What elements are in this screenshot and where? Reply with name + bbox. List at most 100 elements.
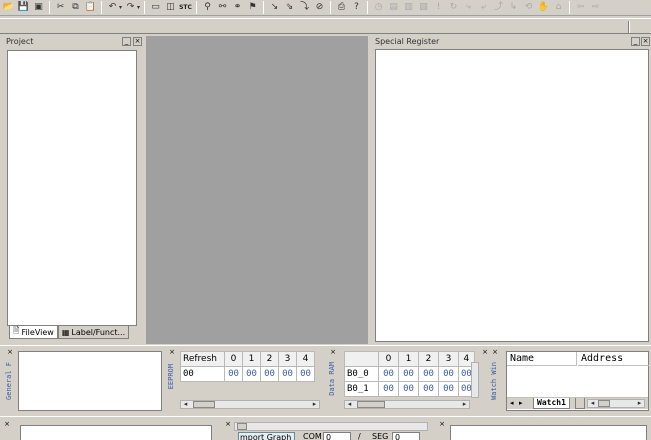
scroll-thumb[interactable] bbox=[357, 401, 385, 408]
close-icon[interactable]: × bbox=[133, 37, 142, 46]
rebuild-icon[interactable]: ⤵ bbox=[298, 1, 311, 14]
cut-icon[interactable]: ✂ bbox=[54, 1, 67, 14]
stc-icon[interactable]: STC bbox=[179, 4, 192, 11]
close-icon[interactable]: × bbox=[329, 349, 337, 357]
scroll-right-icon[interactable]: ▸ bbox=[310, 401, 319, 408]
copy-icon[interactable]: ⧉ bbox=[69, 1, 82, 14]
scroll-right-icon[interactable]: ▸ bbox=[635, 400, 644, 407]
watch-list[interactable]: Name Address ◂ ▸ Watch1 ◂ ▸ bbox=[506, 351, 649, 411]
close-icon[interactable]: × bbox=[168, 349, 176, 357]
window-icon[interactable]: ▭ bbox=[149, 1, 162, 14]
cell-value[interactable]: 00 bbox=[438, 366, 459, 382]
column-header-name[interactable]: Name bbox=[507, 352, 577, 366]
save-icon[interactable]: 💾 bbox=[17, 1, 30, 14]
paste-icon[interactable]: 📋 bbox=[84, 1, 97, 14]
data-ram-hscroll[interactable]: ◂ ▸ bbox=[344, 400, 470, 409]
save-all-icon[interactable]: ▣ bbox=[32, 1, 45, 14]
tab-scroll-right-icon[interactable]: ▸ bbox=[519, 399, 523, 407]
close-icon[interactable]: × bbox=[224, 421, 232, 429]
general-pane-label: General F bbox=[5, 362, 13, 400]
binoculars-icon[interactable]: ⚲ bbox=[201, 1, 214, 14]
register-icon[interactable]: ▥ bbox=[402, 1, 415, 14]
step-over-icon[interactable]: ⤶ bbox=[477, 1, 490, 14]
watch-hscroll[interactable]: ◂ ▸ bbox=[587, 399, 645, 408]
cell-value[interactable]: 00 bbox=[438, 381, 459, 397]
find-prev-icon[interactable]: ⚭ bbox=[231, 1, 244, 14]
close-icon[interactable]: × bbox=[3, 421, 11, 429]
scroll-thumb[interactable] bbox=[598, 400, 610, 407]
tab-watch1[interactable]: Watch1 bbox=[533, 398, 570, 409]
watch-pane-label: Watch Win bbox=[490, 362, 498, 400]
cell-value[interactable]: 00 bbox=[296, 366, 315, 382]
halt-icon[interactable]: ✋ bbox=[537, 1, 550, 14]
back-icon[interactable]: ⇦ bbox=[574, 1, 587, 14]
step-into-icon[interactable]: ⤷ bbox=[462, 1, 475, 14]
project-tree[interactable] bbox=[7, 50, 137, 326]
print-icon[interactable]: ⎙ bbox=[335, 1, 348, 14]
redo-icon[interactable]: ↷ bbox=[124, 1, 137, 14]
redo-dropdown-icon[interactable]: ▾ bbox=[137, 4, 140, 11]
undo-icon[interactable]: ↶ bbox=[106, 1, 119, 14]
close-icon[interactable]: × bbox=[6, 349, 14, 357]
help-icon[interactable]: ? bbox=[350, 1, 363, 14]
doc-icon[interactable]: ▧ bbox=[417, 1, 430, 14]
cell-value[interactable]: 00 bbox=[418, 381, 439, 397]
find-next-icon[interactable]: ⚯ bbox=[216, 1, 229, 14]
cell-value[interactable]: 00 bbox=[398, 366, 419, 382]
cell-value[interactable]: 00 bbox=[224, 366, 243, 382]
bottom-left-panel[interactable] bbox=[20, 425, 212, 440]
bottom-right-panel[interactable] bbox=[450, 425, 647, 440]
cell-value[interactable]: 00 bbox=[242, 366, 261, 382]
column-header-address[interactable]: Address bbox=[578, 352, 649, 366]
cell-value[interactable]: 00 bbox=[378, 381, 399, 397]
window-find-icon[interactable]: ◫ bbox=[164, 1, 177, 14]
close-icon[interactable]: × bbox=[438, 421, 446, 429]
eeprom-hscroll[interactable]: ◂ ▸ bbox=[180, 400, 320, 409]
toolbar-separator bbox=[49, 1, 50, 14]
breakpoint-icon[interactable]: ! bbox=[432, 1, 445, 14]
close-icon[interactable]: × bbox=[491, 349, 499, 357]
stop-build-icon[interactable]: ⊘ bbox=[313, 1, 326, 14]
step-out-icon[interactable]: ⤴ bbox=[492, 1, 505, 14]
refresh-button[interactable]: Refresh bbox=[180, 351, 225, 367]
scroll-thumb[interactable] bbox=[237, 423, 247, 430]
seg-input[interactable]: 0 bbox=[392, 432, 420, 440]
cell-value[interactable]: 00 bbox=[418, 366, 439, 382]
tab-fileview[interactable]: 🗎 FileView bbox=[9, 326, 58, 339]
run-to-cursor-icon[interactable]: ↳ bbox=[507, 1, 520, 14]
graph-scroll[interactable] bbox=[234, 422, 428, 431]
data-ram-vscroll[interactable] bbox=[471, 362, 479, 398]
scroll-thumb[interactable] bbox=[193, 401, 215, 408]
scroll-right-icon[interactable]: ▸ bbox=[460, 401, 469, 408]
cell-value[interactable]: 00 bbox=[378, 366, 399, 382]
open-icon[interactable]: 📂 bbox=[2, 1, 15, 14]
scroll-left-icon[interactable]: ◂ bbox=[345, 401, 354, 408]
scroll-left-icon[interactable]: ◂ bbox=[588, 400, 597, 407]
run-icon[interactable]: ↻ bbox=[447, 1, 460, 14]
minimize-icon[interactable]: _ bbox=[631, 37, 640, 46]
special-register-list[interactable] bbox=[375, 49, 649, 342]
memory-icon[interactable]: ▤ bbox=[387, 1, 400, 14]
build-icon[interactable]: ⇘ bbox=[283, 1, 296, 14]
minimize-icon[interactable]: _ bbox=[122, 37, 131, 46]
cell-value[interactable]: 00 bbox=[260, 366, 279, 382]
close-icon[interactable]: × bbox=[641, 37, 650, 46]
toolbar-grip[interactable] bbox=[628, 21, 630, 33]
tab-label-function[interactable]: ▦ Label/Funct... bbox=[57, 326, 130, 339]
com-input[interactable]: 0 bbox=[323, 432, 351, 440]
debug-icon[interactable]: ◷ bbox=[372, 1, 385, 14]
cell-value[interactable]: 00 bbox=[278, 366, 297, 382]
cell-value[interactable]: 00 bbox=[398, 381, 419, 397]
forward-icon[interactable]: ⇨ bbox=[589, 1, 602, 14]
import-graph-button[interactable]: mport Graph bbox=[238, 432, 295, 440]
undo-dropdown-icon[interactable]: ▾ bbox=[119, 4, 122, 11]
home-icon[interactable]: ⌂ bbox=[552, 1, 565, 14]
compile-icon[interactable]: ↘ bbox=[268, 1, 281, 14]
tab-scroll-left-icon[interactable]: ◂ bbox=[510, 399, 514, 407]
scroll-left-icon[interactable]: ◂ bbox=[181, 401, 190, 408]
close-icon[interactable]: × bbox=[481, 349, 489, 357]
tab-next[interactable] bbox=[575, 398, 585, 409]
general-pane-content[interactable] bbox=[18, 351, 162, 411]
reset-icon[interactable]: ⟲ bbox=[522, 1, 535, 14]
bookmark-icon[interactable]: ⚑ bbox=[246, 1, 259, 14]
